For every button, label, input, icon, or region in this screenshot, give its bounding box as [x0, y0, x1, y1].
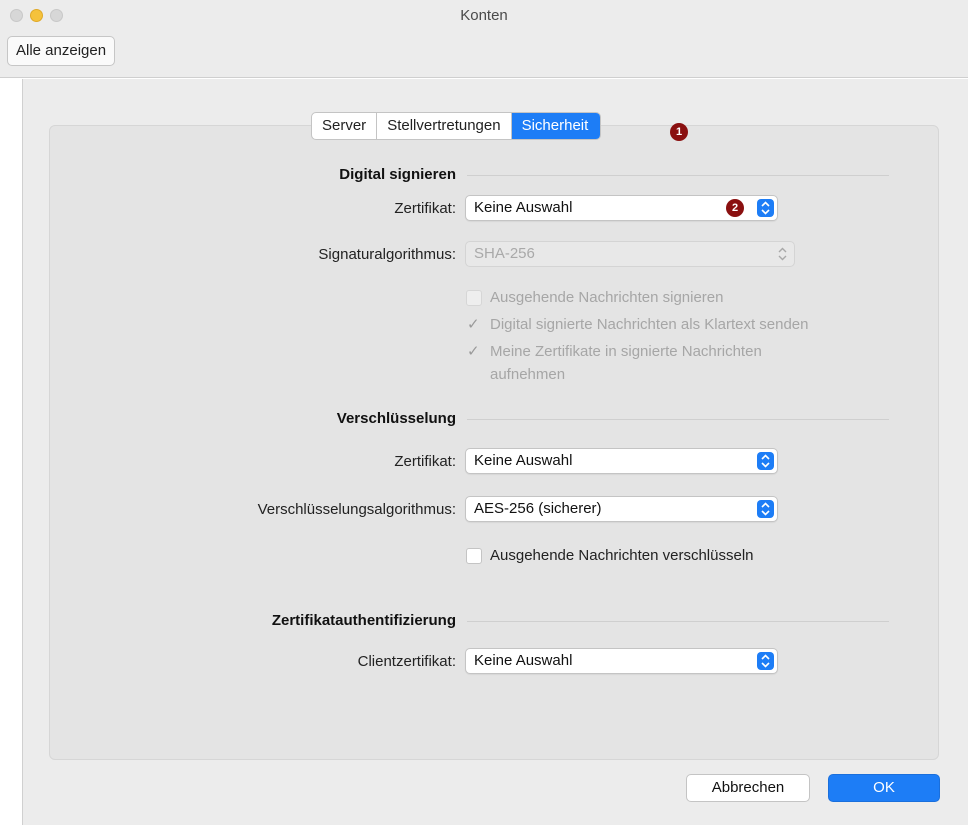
tab-bar: Server Stellvertretungen Sicherheit	[311, 112, 602, 140]
tab-server[interactable]: Server	[312, 113, 378, 139]
popup-arrows-icon	[757, 652, 774, 670]
send-cleartext-label: Digital signierte Nachrichten als Klarte…	[490, 316, 809, 333]
encryption-divider	[467, 419, 889, 420]
signing-algorithm-label: Signaturalgorithmus:	[318, 246, 456, 263]
signing-algorithm-popup: SHA-256	[465, 241, 795, 267]
tab-sicherheit[interactable]: Sicherheit	[511, 113, 601, 139]
cancel-button[interactable]: Abbrechen	[686, 774, 810, 802]
signing-divider	[467, 175, 889, 176]
encryption-heading: Verschlüsselung	[336, 410, 456, 427]
cert-auth-heading: Zertifikatauthentifizierung	[271, 612, 456, 629]
checkbox-box	[466, 548, 482, 564]
client-certificate-label: Clientzertifikat:	[357, 653, 456, 670]
include-certificates-label-cont: aufnehmen	[490, 366, 566, 383]
cert-auth-divider	[467, 621, 889, 622]
step-badge-2: 2	[726, 199, 744, 217]
signing-algorithm-value: SHA-256	[474, 245, 535, 262]
encryption-certificate-value: Keine Auswahl	[474, 452, 573, 469]
checkmark-icon: ✓	[467, 316, 480, 333]
client-certificate-popup[interactable]: Keine Auswahl	[465, 648, 778, 674]
encryption-algorithm-label: Verschlüsselungsalgorithmus:	[257, 501, 456, 518]
signing-heading: Digital signieren	[339, 166, 456, 183]
window-title: Konten	[460, 7, 508, 24]
title-bar: Konten Alle anzeigen	[0, 0, 968, 78]
popup-arrows-icon	[757, 452, 774, 470]
tab-stellvertretungen[interactable]: Stellvertretungen	[377, 113, 512, 139]
show-all-button[interactable]: Alle anzeigen	[7, 36, 116, 66]
include-certificates-label: Meine Zertifikate in signierte Nachricht…	[490, 343, 762, 360]
step-badge-1: 1	[670, 123, 688, 141]
encryption-algorithm-popup[interactable]: AES-256 (sicherer)	[465, 496, 778, 522]
popup-arrows-icon	[757, 199, 774, 217]
popup-arrows-icon	[774, 245, 791, 263]
sign-outgoing-label: Ausgehende Nachrichten signieren	[490, 289, 724, 306]
encrypt-outgoing-label: Ausgehende Nachrichten verschlüsseln	[490, 547, 754, 564]
encryption-certificate-label: Zertifikat:	[394, 453, 456, 470]
encryption-algorithm-value: AES-256 (sicherer)	[474, 500, 602, 517]
checkbox-box	[466, 290, 482, 306]
popup-arrows-icon	[757, 500, 774, 518]
signing-certificate-label: Zertifikat:	[394, 200, 456, 217]
signing-certificate-value: Keine Auswahl	[474, 199, 573, 216]
checkmark-icon: ✓	[467, 343, 480, 360]
client-certificate-value: Keine Auswahl	[474, 652, 573, 669]
ok-button[interactable]: OK	[828, 774, 940, 802]
encryption-certificate-popup[interactable]: Keine Auswahl	[465, 448, 778, 474]
